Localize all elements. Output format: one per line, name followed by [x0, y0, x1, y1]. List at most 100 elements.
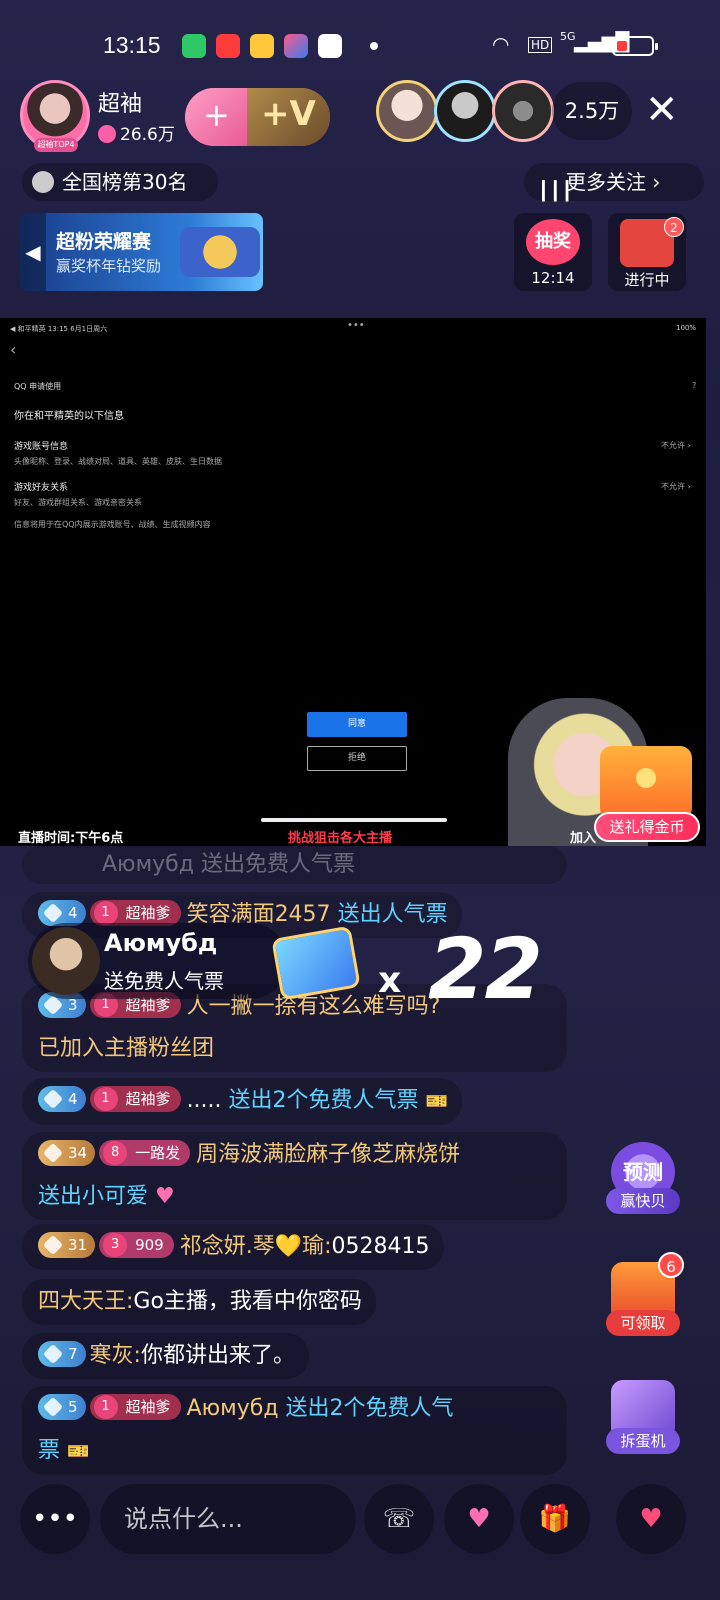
- viewer-avatar[interactable]: [492, 80, 554, 142]
- chat-item[interactable]: 7 寒灰:你都讲出来了。: [22, 1333, 309, 1379]
- gift-icon[interactable]: 🎁: [520, 1484, 590, 1554]
- rank-label: 全国榜第30名: [62, 170, 188, 194]
- toast-multiplier-x: x: [378, 960, 402, 1001]
- more-follow-button[interactable]: ┃┃┃ 更多关注 ›: [524, 163, 704, 202]
- status-bar: 13:15 ◠ HD 5G ▂▄▆█: [0, 0, 720, 70]
- heart-gift-icon[interactable]: ♥: [444, 1484, 514, 1554]
- comment-input[interactable]: 说点什么...: [100, 1484, 356, 1554]
- national-rank-button[interactable]: 全国榜第30名: [22, 163, 218, 201]
- video-status-right: 100%: [675, 324, 696, 332]
- notification-dot-icon: [370, 42, 378, 50]
- fan-badge: 8 一路发: [99, 1140, 191, 1166]
- challenge-caption: 挑战狙击各大主播: [288, 831, 393, 846]
- permission-state: 不允许 ›: [661, 482, 691, 491]
- battery-icon: [612, 36, 658, 56]
- video-app-icon: [216, 34, 240, 58]
- predict-button[interactable]: 预测 赢快贝: [606, 1142, 680, 1214]
- permission-desc: 好友、游戏群组关系、游戏亲密关系: [14, 498, 142, 507]
- lottery-timer: 12:14: [531, 269, 575, 287]
- egg-tag: 拆蛋机: [606, 1428, 680, 1454]
- chat-username: 四大天王:: [38, 1289, 134, 1314]
- toast-description: 送免费人气票: [104, 969, 224, 993]
- toast-avatar: [32, 927, 100, 995]
- egg-machine-button[interactable]: 拆蛋机: [606, 1380, 680, 1454]
- toast-count: 22: [428, 920, 543, 1018]
- chat-message: 你都讲出来了。: [140, 1343, 295, 1368]
- banner-title: 超粉荣耀赛: [56, 231, 152, 253]
- chat-message: 0528415: [331, 1234, 430, 1259]
- chat-action: 送出2个免费人气票: [228, 1088, 419, 1113]
- level-badge: 34: [38, 1140, 96, 1166]
- follow-heart-button[interactable]: +: [185, 88, 247, 146]
- chat-username: 周海波满脸麻子像芝麻烧饼: [196, 1142, 461, 1167]
- viewer-count-button[interactable]: 2.5万: [552, 82, 632, 140]
- chat-item[interactable]: 31 3 909 祁念妍.琴💛瑜:0528415: [22, 1224, 444, 1270]
- streamer-likes: 26.6万: [98, 120, 175, 145]
- search-app-icon: [318, 34, 342, 58]
- level-badge: 5: [38, 1394, 86, 1420]
- chat-message: Go主播，我看中你密码: [133, 1289, 362, 1314]
- treasure-chest-icon[interactable]: [600, 746, 692, 820]
- agree-button: 同意: [307, 712, 407, 737]
- chat-username: .....: [186, 1088, 222, 1113]
- chat-action: 票: [38, 1438, 61, 1463]
- fan-badge: 3 909: [99, 1232, 174, 1258]
- trophy-emblem-icon: [180, 227, 260, 277]
- level-badge: 31: [38, 1232, 96, 1258]
- toast-username: Аюмубд: [104, 929, 218, 957]
- heart-app-icon: [250, 34, 274, 58]
- in-progress-button[interactable]: 2 进行中: [608, 213, 686, 291]
- permission-note: 信息将用于在QQ内展示游戏账号、战绩、生成视频内容: [14, 520, 211, 529]
- video-call-icon[interactable]: ☏: [364, 1484, 434, 1554]
- close-icon[interactable]: ✕: [645, 88, 679, 132]
- likes-count: 26.6万: [120, 125, 175, 145]
- more-button[interactable]: •••: [20, 1484, 90, 1554]
- heart-icon: [98, 125, 116, 143]
- streamer-name: 超袖: [98, 92, 143, 117]
- like-heart-icon[interactable]: ♥: [616, 1484, 686, 1554]
- level-badge: 7: [38, 1341, 86, 1367]
- heart-gift-icon: ♥: [155, 1184, 175, 1209]
- help-icon: ?: [692, 381, 697, 390]
- permission-state: 不允许 ›: [661, 441, 691, 450]
- follow-button[interactable]: + +V: [185, 88, 330, 146]
- home-indicator: [261, 818, 447, 822]
- claim-chest-button[interactable]: 6 可领取: [606, 1252, 684, 1336]
- chat-action: 送出小可爱: [38, 1184, 149, 1209]
- fan-badge: 1 超袖爹: [89, 1394, 181, 1420]
- video-status-left: ◀ 和平精英 13:15 6月1日周六: [10, 325, 108, 333]
- gift-coin-button[interactable]: 送礼得金币: [594, 812, 700, 842]
- viewer-avatar[interactable]: [434, 80, 496, 142]
- chat-username: 祁念妍.琴💛瑜:: [179, 1234, 332, 1259]
- qq-request-title: QQ 申请使用: [14, 382, 62, 391]
- banner-subtitle: 赢奖杯年钻奖励: [56, 257, 162, 275]
- live-time-caption: 直播时间:下午6点: [18, 831, 124, 846]
- predict-tag: 赢快贝: [606, 1188, 680, 1214]
- join-caption: 加入: [570, 831, 597, 846]
- v-label: +V: [261, 94, 316, 134]
- in-progress-label: 进行中: [624, 271, 670, 289]
- permission-desc: 头像昵称、登录、战绩对局、道具、英雄、皮肤、生日数据: [14, 457, 222, 466]
- fan-club-button[interactable]: +V: [247, 88, 330, 146]
- qq-heading: 你在和平精英的以下信息: [14, 411, 124, 422]
- chat-item[interactable]: 四大天王:Go主播，我看中你密码: [22, 1279, 376, 1325]
- bar-chart-icon: ┃┃┃: [538, 181, 574, 202]
- clock-icon: [32, 171, 54, 193]
- chat-username: 寒灰:: [89, 1343, 141, 1368]
- chat-item[interactable]: 5 1 超袖爹 Аюмубд 送出2个免费人气票 🎫: [22, 1386, 567, 1475]
- chat-item[interactable]: 34 8 一路发 周海波满脸麻子像芝麻烧饼送出小可爱 ♥: [22, 1132, 567, 1220]
- plus-icon: +: [203, 96, 230, 134]
- wifi-icon: ◠: [492, 32, 510, 56]
- event-banner[interactable]: ◀ 超粉荣耀赛 赢奖杯年钻奖励: [20, 213, 263, 291]
- battery-app-icon: [182, 34, 206, 58]
- hd-label: HD: [528, 37, 553, 53]
- viewer-avatar[interactable]: [376, 80, 438, 142]
- arrow-app-icon: [284, 34, 308, 58]
- lottery-button[interactable]: 抽奖 12:14: [514, 213, 592, 291]
- live-video[interactable]: ◀ 和平精英 13:15 6月1日周六 100% ••• ‹ QQ 申请使用 ?…: [0, 318, 706, 846]
- avatar-rank-tag: 超袖TOP4: [34, 138, 78, 152]
- permission-title: 游戏账号信息: [14, 442, 69, 452]
- chevron-left-icon[interactable]: ◀: [20, 213, 46, 291]
- chat-message: 已加入主播粉丝团: [38, 1036, 215, 1061]
- chat-item[interactable]: 4 1 超袖爹..... 送出2个免费人气票 🎫: [22, 1078, 462, 1125]
